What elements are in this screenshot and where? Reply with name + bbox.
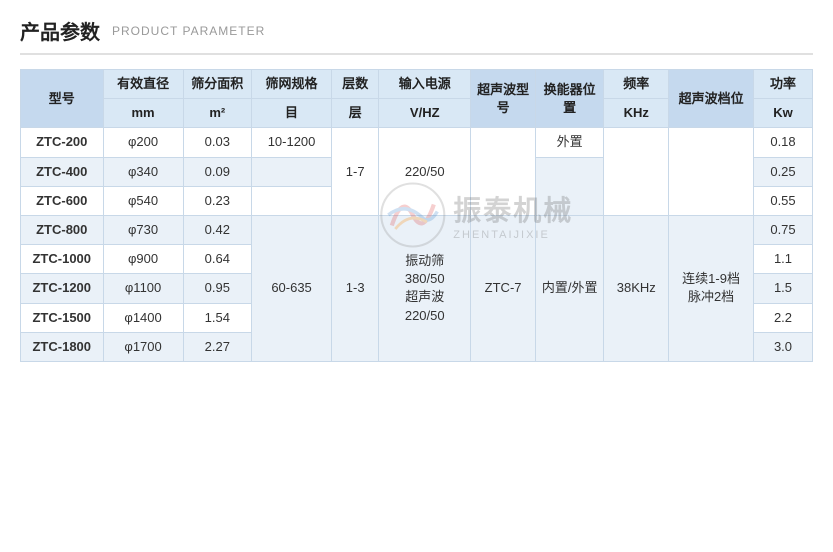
table-cell: 0.64 [183,245,251,274]
table-cell: φ1100 [103,274,183,303]
table-cell: 1.1 [754,245,813,274]
table-cell [669,128,754,216]
table-cell [251,186,331,215]
table-cell [471,128,536,216]
table-cell [251,157,331,186]
table-cell: 3.0 [754,332,813,361]
col-header-gear: 超声波档位 [669,70,754,128]
table-cell: 振动筛380/50超声波220/50 [379,215,471,361]
table-cell: ZTC-1200 [21,274,104,303]
col-header-diameter: 有效直径 [103,70,183,99]
table-cell: 0.42 [183,215,251,244]
col-header-layers: 层数 [332,70,379,99]
table-cell: ZTC-200 [21,128,104,157]
table-cell: ZTC-1000 [21,245,104,274]
table-cell: 0.25 [754,157,813,186]
table-cell: φ200 [103,128,183,157]
table-cell: φ900 [103,245,183,274]
table-cell: 1-3 [332,215,379,361]
table-cell [536,157,604,215]
table-cell: ZTC-400 [21,157,104,186]
col-subheader-khz: KHz [604,99,669,128]
col-header-mesh: 筛网规格 [251,70,331,99]
col-subheader-m2: m² [183,99,251,128]
col-header-power-input: 输入电源 [379,70,471,99]
table-cell: 60-635 [251,215,331,361]
table-cell: 1.54 [183,303,251,332]
col-header-transducer: 换能器位置 [536,70,604,128]
table-cell: 220/50 [379,128,471,216]
table-cell: 连续1-9档脉冲2档 [669,215,754,361]
table-row: ZTC-200φ2000.0310-12001-7220/50外置0.18 [21,128,813,157]
product-params-table: 型号 有效直径 筛分面积 筛网规格 层数 输入电源 超声波型号 换能器位置 频率… [20,69,813,362]
table-cell: φ340 [103,157,183,186]
table-cell: φ1700 [103,332,183,361]
table-cell: 1.5 [754,274,813,303]
table-cell: φ540 [103,186,183,215]
table-cell: 0.18 [754,128,813,157]
table-cell: 0.75 [754,215,813,244]
table-cell: φ730 [103,215,183,244]
col-subheader-kw: Kw [754,99,813,128]
table-cell: ZTC-600 [21,186,104,215]
page-title-en: PRODUCT PARAMETER [112,24,265,38]
col-subheader-mm: mm [103,99,183,128]
table-cell: 1-7 [332,128,379,216]
table-cell: ZTC-1500 [21,303,104,332]
col-subheader-vhz: V/HZ [379,99,471,128]
table-cell: 2.27 [183,332,251,361]
col-subheader-layer-unit: 层 [332,99,379,128]
table-row: ZTC-800φ7300.4260-6351-3振动筛380/50超声波220/… [21,215,813,244]
table-cell: ZTC-800 [21,215,104,244]
table-cell: φ1400 [103,303,183,332]
table-cell: 10-1200 [251,128,331,157]
table-cell: ZTC-1800 [21,332,104,361]
page-title-cn: 产品参数 [20,16,100,45]
col-header-area: 筛分面积 [183,70,251,99]
table-cell: 0.09 [183,157,251,186]
table-cell: ZTC-7 [471,215,536,361]
col-header-ultrasonic-model: 超声波型号 [471,70,536,128]
params-table-wrapper: 振泰机械 ZHENTAIJIXIE 型号 有效直径 筛分面积 筛网规格 层数 输… [20,69,813,362]
table-cell: 0.95 [183,274,251,303]
table-cell [604,128,669,216]
col-header-model: 型号 [21,70,104,128]
table-cell: 0.03 [183,128,251,157]
col-header-watt: 功率 [754,70,813,99]
table-cell: 38KHz [604,215,669,361]
table-cell: 0.55 [754,186,813,215]
table-cell: 内置/外置 [536,215,604,361]
col-subheader-mesh-unit: 目 [251,99,331,128]
col-header-frequency: 频率 [604,70,669,99]
table-cell: 2.2 [754,303,813,332]
page-header: 产品参数 PRODUCT PARAMETER [20,16,813,55]
table-cell: 0.23 [183,186,251,215]
table-cell: 外置 [536,128,604,157]
